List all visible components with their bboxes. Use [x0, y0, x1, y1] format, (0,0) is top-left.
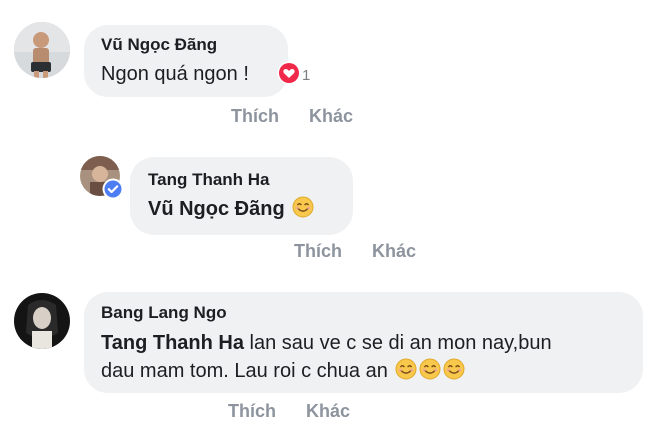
avatar-vu-ngoc-dang[interactable] — [14, 22, 70, 78]
comment-text-line: dau mam tom. Lau roi c chua an — [101, 360, 388, 382]
more-button[interactable]: Khác — [372, 241, 416, 262]
mentioned-user-link[interactable]: Tang Thanh Ha — [101, 332, 244, 354]
smiling-face-icon — [395, 358, 417, 388]
reaction-count: 1 — [302, 67, 311, 84]
like-button[interactable]: Thích — [294, 241, 342, 262]
comment-author[interactable]: Tang Thanh Ha — [148, 170, 270, 190]
comment-text: Ngon quá ngon ! — [101, 63, 249, 85]
like-button[interactable]: Thích — [228, 401, 276, 422]
comment-author[interactable]: Bang Lang Ngo — [101, 303, 227, 323]
comment-text: Tang Thanh Ha lan sau ve c se di an mon … — [101, 329, 631, 388]
comment-text-line: lan sau ve c se di an mon nay,bun — [249, 332, 552, 354]
like-button[interactable]: Thích — [231, 106, 279, 127]
comment-text: Vũ Ngọc Đãng — [148, 195, 314, 226]
avatar-bang-lang-ngo[interactable] — [14, 293, 70, 349]
more-button[interactable]: Khác — [309, 106, 353, 127]
smiling-face-icon — [443, 358, 465, 388]
smiling-face-icon — [292, 196, 314, 226]
person-photo-icon — [14, 293, 70, 349]
verified-badge-icon — [102, 178, 124, 200]
mentioned-user-link[interactable]: Vũ Ngọc Đãng — [148, 198, 285, 220]
smiling-face-icon — [419, 358, 441, 388]
more-button[interactable]: Khác — [306, 401, 350, 422]
reaction-summary[interactable]: 1 — [277, 61, 310, 90]
child-photo-icon — [14, 22, 70, 78]
heart-icon — [277, 61, 301, 90]
comment-author[interactable]: Vũ Ngọc Đãng — [101, 35, 217, 55]
